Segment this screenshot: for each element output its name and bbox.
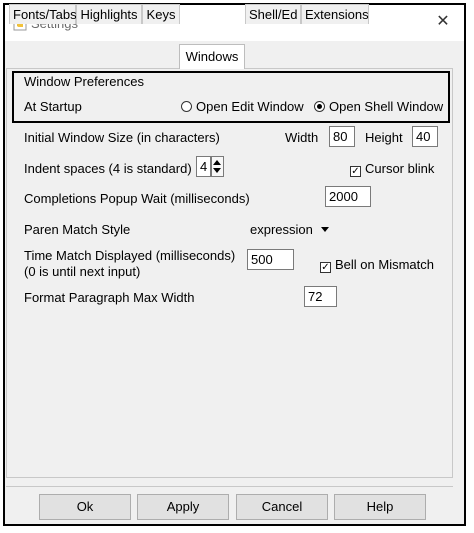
checkbox-checked-icon: ✓ <box>350 166 361 177</box>
window-preferences-heading: Window Preferences <box>24 74 144 89</box>
format-paragraph-input[interactable]: 72 <box>304 286 337 307</box>
indent-spaces-input[interactable]: 4 <box>196 156 211 177</box>
bell-on-mismatch-checkbox[interactable]: ✓ Bell on Mismatch <box>320 257 434 273</box>
height-label: Height <box>365 130 403 145</box>
format-paragraph-label: Format Paragraph Max Width <box>24 290 195 305</box>
cursor-blink-checkbox[interactable]: ✓ Cursor blink <box>350 161 434 177</box>
time-match-label: Time Match Displayed (milliseconds) <box>24 248 236 263</box>
ok-button[interactable]: Ok <box>39 494 131 520</box>
radio-selected-icon <box>314 101 325 112</box>
checkbox-checked-icon: ✓ <box>320 262 331 273</box>
tab-highlights[interactable]: Highlights <box>76 4 142 24</box>
tab-fonts-tabs[interactable]: Fonts/Tabs <box>9 4 77 24</box>
help-button[interactable]: Help <box>334 494 426 520</box>
open-edit-window-radio[interactable]: Open Edit Window <box>181 99 304 114</box>
paren-match-style-dropdown[interactable]: expression <box>250 222 329 237</box>
indent-spaces-stepper[interactable] <box>211 156 224 177</box>
tab-keys[interactable]: Keys <box>142 4 180 24</box>
tab-windows[interactable]: Windows <box>179 44 245 69</box>
indent-spaces-label: Indent spaces (4 is standard) <box>24 161 192 176</box>
time-match-input[interactable]: 500 <box>247 249 294 270</box>
at-startup-label: At Startup <box>24 99 82 114</box>
spin-down-icon <box>213 168 221 173</box>
cancel-button[interactable]: Cancel <box>236 494 328 520</box>
open-shell-window-radio[interactable]: Open Shell Window <box>314 99 443 114</box>
completions-popup-wait-input[interactable]: 2000 <box>325 186 371 207</box>
spin-up-icon <box>213 160 221 165</box>
time-match-sublabel: (0 is until next input) <box>24 264 141 279</box>
tab-extensions[interactable]: Extensions <box>301 4 369 24</box>
height-input[interactable]: 40 <box>412 126 438 147</box>
initial-window-size-label: Initial Window Size (in characters) <box>24 130 220 145</box>
apply-button[interactable]: Apply <box>137 494 229 520</box>
dropdown-arrow-icon <box>320 227 329 232</box>
close-icon[interactable]: ✕ <box>432 11 454 33</box>
completions-popup-wait-label: Completions Popup Wait (milliseconds) <box>24 191 250 206</box>
paren-match-style-label: Paren Match Style <box>24 222 131 237</box>
width-input[interactable]: 80 <box>329 126 355 147</box>
tab-shell-ed[interactable]: Shell/Ed <box>245 4 301 24</box>
radio-off-icon <box>181 101 192 112</box>
width-label: Width <box>285 130 319 145</box>
